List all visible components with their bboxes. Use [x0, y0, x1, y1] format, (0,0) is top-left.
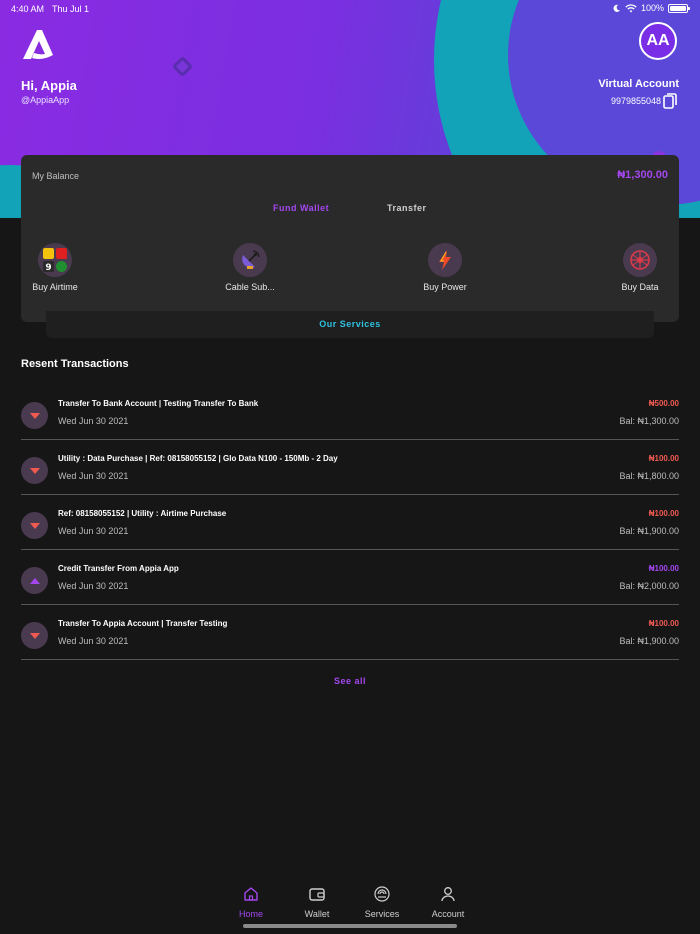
status-date: Thu Jul 1 [52, 4, 90, 14]
debit-arrow-icon [21, 457, 48, 484]
see-all-link[interactable]: See all [0, 676, 700, 686]
battery-percent: 100% [640, 3, 664, 13]
account-icon [441, 887, 455, 902]
nav-home[interactable]: Home [221, 886, 281, 919]
transaction-balance: Bal: ₦1,800.00 [619, 471, 679, 481]
decor-diamond [171, 55, 194, 78]
debit-arrow-icon [21, 512, 48, 539]
transaction-date: Wed Jun 30 2021 [58, 416, 129, 426]
transaction-amount: ₦500.00 [648, 399, 679, 408]
airtime-icon: 9 [38, 243, 72, 277]
debit-arrow-icon [21, 402, 48, 429]
nav-label: Services [364, 909, 400, 919]
transaction-amount: ₦100.00 [648, 509, 679, 518]
status-time: 4:40 AM [11, 4, 45, 14]
transaction-date: Wed Jun 30 2021 [58, 471, 129, 481]
lightning-icon [428, 243, 462, 277]
our-services-button[interactable]: Our Services [46, 311, 654, 338]
transaction-row[interactable]: Credit Transfer From Appia App Wed Jun 3… [21, 550, 679, 605]
nav-label: Account [431, 909, 465, 919]
transaction-row[interactable]: Utility : Data Purchase | Ref: 081580551… [21, 440, 679, 495]
avatar[interactable]: AA [639, 22, 677, 60]
transaction-row[interactable]: Transfer To Bank Account | Testing Trans… [21, 385, 679, 440]
transaction-balance: Bal: ₦1,900.00 [619, 636, 679, 646]
transaction-date: Wed Jun 30 2021 [58, 526, 129, 536]
service-label: Buy Data [621, 282, 659, 292]
greeting: Hi, Appia [21, 78, 77, 93]
service-label: Cable Sub... [225, 282, 275, 292]
transaction-amount: ₦100.00 [648, 564, 679, 573]
satellite-dish-icon [233, 243, 267, 277]
wifi-icon [625, 3, 637, 12]
nav-account[interactable]: Account [418, 886, 478, 919]
service-label: Buy Airtime [32, 282, 78, 292]
nav-wallet[interactable]: Wallet [287, 886, 347, 919]
transaction-row[interactable]: Transfer To Appia Account | Transfer Tes… [21, 605, 679, 660]
copy-icon[interactable] [663, 93, 677, 109]
transfer-button[interactable]: Transfer [387, 203, 427, 213]
transaction-balance: Bal: ₦2,000.00 [619, 581, 679, 591]
transactions-title: Resent Transactions [21, 358, 129, 370]
virtual-account-title: Virtual Account [598, 78, 679, 90]
service-buy-airtime[interactable]: 9 Buy Airtime [20, 243, 90, 292]
home-icon [244, 887, 258, 901]
balance-card: My Balance ₦1,300.00 Fund Wallet Transfe… [21, 155, 679, 322]
home-indicator[interactable] [243, 924, 457, 928]
nav-label: Wallet [304, 909, 330, 919]
balance-label: My Balance [32, 171, 80, 181]
transaction-row[interactable]: Ref: 08158055152 | Utility : Airtime Pur… [21, 495, 679, 550]
transaction-description: Transfer To Appia Account | Transfer Tes… [58, 619, 228, 628]
battery-icon [668, 3, 690, 13]
debit-arrow-icon [21, 622, 48, 649]
services-icon [374, 886, 390, 902]
service-buy-power[interactable]: Buy Power [410, 243, 480, 292]
svg-text:9: 9 [45, 263, 51, 273]
wallet-icon [309, 888, 325, 901]
transaction-amount: ₦100.00 [648, 454, 679, 463]
transaction-date: Wed Jun 30 2021 [58, 581, 129, 591]
data-icon [623, 243, 657, 277]
transaction-date: Wed Jun 30 2021 [58, 636, 129, 646]
do-not-disturb-icon [613, 4, 621, 12]
transaction-description: Ref: 08158055152 | Utility : Airtime Pur… [58, 509, 227, 518]
appia-logo-icon[interactable] [20, 28, 56, 62]
transaction-description: Utility : Data Purchase | Ref: 081580551… [58, 454, 338, 463]
user-handle: @AppiaApp [21, 95, 70, 105]
credit-arrow-icon [21, 567, 48, 594]
nav-label: Home [238, 909, 263, 919]
transaction-amount: ₦100.00 [648, 619, 679, 628]
balance-value: ₦1,300.00 [617, 169, 668, 181]
service-cable-sub[interactable]: Cable Sub... [215, 243, 285, 292]
transaction-description: Transfer To Bank Account | Testing Trans… [58, 399, 259, 408]
service-label: Buy Power [423, 282, 467, 292]
fund-wallet-button[interactable]: Fund Wallet [273, 203, 329, 213]
nav-services[interactable]: Services [352, 886, 412, 919]
transaction-balance: Bal: ₦1,900.00 [619, 526, 679, 536]
transaction-list: Transfer To Bank Account | Testing Trans… [21, 385, 679, 660]
transaction-description: Credit Transfer From Appia App [58, 564, 179, 573]
virtual-account-number: 9979855048 [610, 96, 661, 106]
transaction-balance: Bal: ₦1,300.00 [619, 416, 679, 426]
status-bar: 4:40 AM Thu Jul 1 100% [0, 0, 700, 18]
service-buy-data[interactable]: Buy Data [605, 243, 675, 292]
